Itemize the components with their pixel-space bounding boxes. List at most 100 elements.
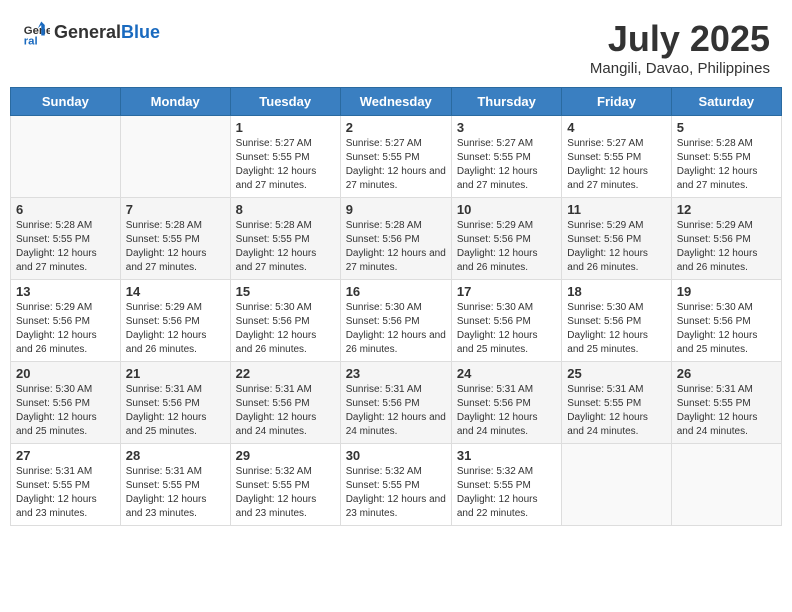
calendar-week-row: 27 Sunrise: 5:31 AM Sunset: 5:55 PM Dayl… — [11, 444, 782, 526]
daylight-label: Daylight: 12 hours and 24 minutes. — [236, 412, 317, 437]
sunrise-label: Sunrise: 5:29 AM — [677, 220, 753, 231]
logo-general: General — [54, 22, 121, 42]
daylight-label: Daylight: 12 hours and 25 minutes. — [677, 330, 758, 355]
sunset-label: Sunset: 5:55 PM — [16, 234, 90, 245]
day-number: 3 — [457, 120, 556, 135]
day-number: 22 — [236, 366, 335, 381]
daylight-label: Daylight: 12 hours and 26 minutes. — [677, 248, 758, 273]
calendar-day-cell — [120, 116, 230, 198]
sunset-label: Sunset: 5:55 PM — [457, 480, 531, 491]
sunrise-label: Sunrise: 5:30 AM — [236, 302, 312, 313]
calendar-week-row: 13 Sunrise: 5:29 AM Sunset: 5:56 PM Dayl… — [11, 280, 782, 362]
day-number: 2 — [346, 120, 446, 135]
sunset-label: Sunset: 5:56 PM — [346, 398, 420, 409]
day-number: 19 — [677, 284, 776, 299]
day-info: Sunrise: 5:32 AM Sunset: 5:55 PM Dayligh… — [346, 465, 446, 521]
sunrise-label: Sunrise: 5:30 AM — [567, 302, 643, 313]
sunset-label: Sunset: 5:56 PM — [567, 316, 641, 327]
sunrise-label: Sunrise: 5:31 AM — [16, 466, 92, 477]
day-info: Sunrise: 5:31 AM Sunset: 5:56 PM Dayligh… — [236, 383, 335, 439]
sunrise-label: Sunrise: 5:32 AM — [346, 466, 422, 477]
sunset-label: Sunset: 5:55 PM — [236, 480, 310, 491]
daylight-label: Daylight: 12 hours and 25 minutes. — [567, 330, 648, 355]
daylight-label: Daylight: 12 hours and 26 minutes. — [567, 248, 648, 273]
daylight-label: Daylight: 12 hours and 26 minutes. — [236, 330, 317, 355]
calendar-day-cell: 23 Sunrise: 5:31 AM Sunset: 5:56 PM Dayl… — [340, 362, 451, 444]
daylight-label: Daylight: 12 hours and 27 minutes. — [126, 248, 207, 273]
day-info: Sunrise: 5:30 AM Sunset: 5:56 PM Dayligh… — [236, 301, 335, 357]
daylight-label: Daylight: 12 hours and 26 minutes. — [16, 330, 97, 355]
daylight-label: Daylight: 12 hours and 26 minutes. — [346, 330, 446, 355]
sunrise-label: Sunrise: 5:28 AM — [16, 220, 92, 231]
daylight-label: Daylight: 12 hours and 27 minutes. — [346, 166, 446, 191]
sunset-label: Sunset: 5:55 PM — [16, 480, 90, 491]
day-info: Sunrise: 5:28 AM Sunset: 5:55 PM Dayligh… — [236, 219, 335, 275]
daylight-label: Daylight: 12 hours and 23 minutes. — [126, 494, 207, 519]
calendar-day-cell: 6 Sunrise: 5:28 AM Sunset: 5:55 PM Dayli… — [11, 198, 121, 280]
page-header: Gene ral GeneralBlue July 2025 Mangili, … — [10, 10, 782, 81]
sunset-label: Sunset: 5:56 PM — [457, 316, 531, 327]
daylight-label: Daylight: 12 hours and 27 minutes. — [457, 166, 538, 191]
day-info: Sunrise: 5:30 AM Sunset: 5:56 PM Dayligh… — [677, 301, 776, 357]
daylight-label: Daylight: 12 hours and 25 minutes. — [126, 412, 207, 437]
sunrise-label: Sunrise: 5:29 AM — [567, 220, 643, 231]
day-info: Sunrise: 5:30 AM Sunset: 5:56 PM Dayligh… — [16, 383, 115, 439]
day-number: 1 — [236, 120, 335, 135]
daylight-label: Daylight: 12 hours and 23 minutes. — [236, 494, 317, 519]
day-number: 13 — [16, 284, 115, 299]
sunset-label: Sunset: 5:55 PM — [236, 234, 310, 245]
calendar-day-cell: 4 Sunrise: 5:27 AM Sunset: 5:55 PM Dayli… — [562, 116, 671, 198]
sunset-label: Sunset: 5:56 PM — [567, 234, 641, 245]
day-info: Sunrise: 5:28 AM Sunset: 5:55 PM Dayligh… — [16, 219, 115, 275]
sunrise-label: Sunrise: 5:27 AM — [457, 138, 533, 149]
sunset-label: Sunset: 5:56 PM — [236, 398, 310, 409]
day-number: 29 — [236, 448, 335, 463]
calendar-day-cell: 2 Sunrise: 5:27 AM Sunset: 5:55 PM Dayli… — [340, 116, 451, 198]
daylight-label: Daylight: 12 hours and 25 minutes. — [16, 412, 97, 437]
day-number: 14 — [126, 284, 225, 299]
sunrise-label: Sunrise: 5:30 AM — [457, 302, 533, 313]
calendar-day-cell: 26 Sunrise: 5:31 AM Sunset: 5:55 PM Dayl… — [671, 362, 781, 444]
day-info: Sunrise: 5:28 AM Sunset: 5:55 PM Dayligh… — [126, 219, 225, 275]
daylight-label: Daylight: 12 hours and 23 minutes. — [346, 494, 446, 519]
month-year: July 2025 — [590, 18, 770, 60]
day-info: Sunrise: 5:29 AM Sunset: 5:56 PM Dayligh… — [16, 301, 115, 357]
day-info: Sunrise: 5:31 AM Sunset: 5:55 PM Dayligh… — [567, 383, 665, 439]
sunrise-label: Sunrise: 5:31 AM — [567, 384, 643, 395]
day-number: 25 — [567, 366, 665, 381]
daylight-label: Daylight: 12 hours and 24 minutes. — [567, 412, 648, 437]
calendar-week-row: 1 Sunrise: 5:27 AM Sunset: 5:55 PM Dayli… — [11, 116, 782, 198]
sunrise-label: Sunrise: 5:30 AM — [346, 302, 422, 313]
day-info: Sunrise: 5:32 AM Sunset: 5:55 PM Dayligh… — [236, 465, 335, 521]
day-number: 8 — [236, 202, 335, 217]
calendar-day-cell: 12 Sunrise: 5:29 AM Sunset: 5:56 PM Dayl… — [671, 198, 781, 280]
day-number: 23 — [346, 366, 446, 381]
sunrise-label: Sunrise: 5:28 AM — [126, 220, 202, 231]
day-header-friday: Friday — [562, 88, 671, 116]
sunset-label: Sunset: 5:56 PM — [457, 234, 531, 245]
calendar-day-cell: 21 Sunrise: 5:31 AM Sunset: 5:56 PM Dayl… — [120, 362, 230, 444]
sunrise-label: Sunrise: 5:28 AM — [677, 138, 753, 149]
calendar-header-row: SundayMondayTuesdayWednesdayThursdayFrid… — [11, 88, 782, 116]
calendar-day-cell: 9 Sunrise: 5:28 AM Sunset: 5:56 PM Dayli… — [340, 198, 451, 280]
day-number: 26 — [677, 366, 776, 381]
day-info: Sunrise: 5:29 AM Sunset: 5:56 PM Dayligh… — [677, 219, 776, 275]
calendar-day-cell: 15 Sunrise: 5:30 AM Sunset: 5:56 PM Dayl… — [230, 280, 340, 362]
sunrise-label: Sunrise: 5:31 AM — [236, 384, 312, 395]
daylight-label: Daylight: 12 hours and 25 minutes. — [457, 330, 538, 355]
day-info: Sunrise: 5:29 AM Sunset: 5:56 PM Dayligh… — [126, 301, 225, 357]
day-number: 18 — [567, 284, 665, 299]
day-info: Sunrise: 5:27 AM Sunset: 5:55 PM Dayligh… — [567, 137, 665, 193]
daylight-label: Daylight: 12 hours and 27 minutes. — [567, 166, 648, 191]
calendar-day-cell: 18 Sunrise: 5:30 AM Sunset: 5:56 PM Dayl… — [562, 280, 671, 362]
daylight-label: Daylight: 12 hours and 24 minutes. — [677, 412, 758, 437]
day-number: 7 — [126, 202, 225, 217]
sunrise-label: Sunrise: 5:27 AM — [346, 138, 422, 149]
day-number: 28 — [126, 448, 225, 463]
day-info: Sunrise: 5:31 AM Sunset: 5:55 PM Dayligh… — [126, 465, 225, 521]
day-number: 6 — [16, 202, 115, 217]
day-number: 20 — [16, 366, 115, 381]
sunset-label: Sunset: 5:55 PM — [567, 152, 641, 163]
day-number: 27 — [16, 448, 115, 463]
sunset-label: Sunset: 5:56 PM — [126, 398, 200, 409]
